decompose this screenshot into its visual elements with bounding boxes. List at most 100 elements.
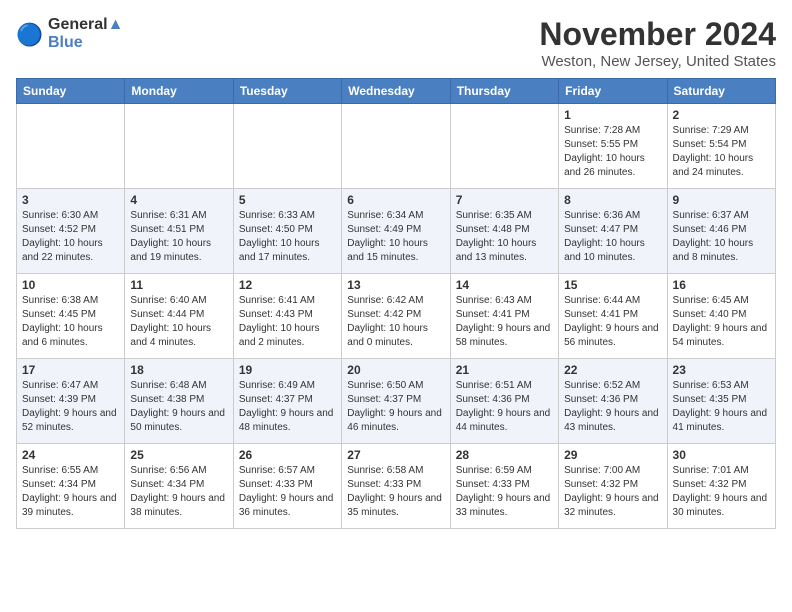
day-info: Sunrise: 6:38 AM Sunset: 4:45 PM Dayligh…	[22, 294, 119, 350]
calendar-cell: 6 Sunrise: 6:34 AM Sunset: 4:49 PM Daylig…	[342, 189, 450, 274]
day-info: Sunrise: 6:40 AM Sunset: 4:44 PM Dayligh…	[130, 294, 227, 350]
logo-text: General▲ Blue	[48, 16, 123, 52]
day-number: 5	[239, 193, 336, 207]
day-info: Sunrise: 6:59 AM Sunset: 4:33 PM Dayligh…	[456, 464, 553, 520]
day-number: 2	[673, 108, 770, 122]
day-info: Sunrise: 6:31 AM Sunset: 4:51 PM Dayligh…	[130, 209, 227, 265]
day-info: Sunrise: 6:53 AM Sunset: 4:35 PM Dayligh…	[673, 379, 770, 435]
calendar-cell: 8 Sunrise: 6:36 AM Sunset: 4:47 PM Daylig…	[559, 189, 667, 274]
calendar-cell	[17, 104, 125, 189]
day-info: Sunrise: 6:51 AM Sunset: 4:36 PM Dayligh…	[456, 379, 553, 435]
day-number: 14	[456, 278, 553, 292]
header: 🔵 General▲ Blue November 2024 Weston, Ne…	[16, 16, 776, 70]
day-info: Sunrise: 7:01 AM Sunset: 4:32 PM Dayligh…	[673, 464, 770, 520]
title-block: November 2024 Weston, New Jersey, United…	[539, 16, 776, 70]
day-info: Sunrise: 6:34 AM Sunset: 4:49 PM Dayligh…	[347, 209, 444, 265]
day-number: 28	[456, 448, 553, 462]
calendar-cell: 12Sunrise: 6:41 AM Sunset: 4:43 PM Dayli…	[233, 274, 341, 359]
logo-icon: 🔵	[16, 20, 44, 48]
day-number: 21	[456, 363, 553, 377]
day-info: Sunrise: 6:49 AM Sunset: 4:37 PM Dayligh…	[239, 379, 336, 435]
day-number: 11	[130, 278, 227, 292]
day-number: 25	[130, 448, 227, 462]
page-title: November 2024	[539, 16, 776, 53]
day-info: Sunrise: 6:36 AM Sunset: 4:47 PM Dayligh…	[564, 209, 661, 265]
day-number: 30	[673, 448, 770, 462]
day-info: Sunrise: 7:28 AM Sunset: 5:55 PM Dayligh…	[564, 124, 661, 180]
day-number: 27	[347, 448, 444, 462]
svg-text:🔵: 🔵	[16, 22, 43, 47]
calendar-cell: 21 Sunrise: 6:51 AM Sunset: 4:36 PM Dayli…	[450, 359, 558, 444]
calendar-cell: 9 Sunrise: 6:37 AM Sunset: 4:46 PM Daylig…	[667, 189, 775, 274]
day-info: Sunrise: 6:55 AM Sunset: 4:34 PM Dayligh…	[22, 464, 119, 520]
day-number: 16	[673, 278, 770, 292]
day-number: 9	[673, 193, 770, 207]
calendar-cell: 10 Sunrise: 6:38 AM Sunset: 4:45 PM Dayli…	[17, 274, 125, 359]
column-header-sunday: Sunday	[17, 79, 125, 104]
day-info: Sunrise: 6:33 AM Sunset: 4:50 PM Dayligh…	[239, 209, 336, 265]
day-info: Sunrise: 6:41 AM Sunset: 4:43 PM Dayligh…	[239, 294, 336, 350]
calendar-cell: 4 Sunrise: 6:31 AM Sunset: 4:51 PM Daylig…	[125, 189, 233, 274]
day-number: 15	[564, 278, 661, 292]
calendar-table: SundayMondayTuesdayWednesdayThursdayFrid…	[16, 78, 776, 529]
day-info: Sunrise: 7:29 AM Sunset: 5:54 PM Dayligh…	[673, 124, 770, 180]
day-number: 23	[673, 363, 770, 377]
day-number: 24	[22, 448, 119, 462]
day-info: Sunrise: 6:48 AM Sunset: 4:38 PM Dayligh…	[130, 379, 227, 435]
calendar-cell	[450, 104, 558, 189]
logo: 🔵 General▲ Blue	[16, 16, 123, 52]
calendar-cell: 18 Sunrise: 6:48 AM Sunset: 4:38 PM Dayli…	[125, 359, 233, 444]
day-number: 13	[347, 278, 444, 292]
calendar-cell: 24 Sunrise: 6:55 AM Sunset: 4:34 PM Dayli…	[17, 444, 125, 529]
calendar-cell: 23 Sunrise: 6:53 AM Sunset: 4:35 PM Dayli…	[667, 359, 775, 444]
day-info: Sunrise: 6:30 AM Sunset: 4:52 PM Dayligh…	[22, 209, 119, 265]
calendar-cell: 17Sunrise: 6:47 AM Sunset: 4:39 PM Dayli…	[17, 359, 125, 444]
day-number: 19	[239, 363, 336, 377]
column-header-tuesday: Tuesday	[233, 79, 341, 104]
calendar-cell	[125, 104, 233, 189]
day-number: 7	[456, 193, 553, 207]
calendar-cell: 27 Sunrise: 6:58 AM Sunset: 4:33 PM Dayli…	[342, 444, 450, 529]
column-header-thursday: Thursday	[450, 79, 558, 104]
day-info: Sunrise: 7:00 AM Sunset: 4:32 PM Dayligh…	[564, 464, 661, 520]
day-info: Sunrise: 6:42 AM Sunset: 4:42 PM Dayligh…	[347, 294, 444, 350]
calendar-cell: 5 Sunrise: 6:33 AM Sunset: 4:50 PM Daylig…	[233, 189, 341, 274]
day-number: 29	[564, 448, 661, 462]
day-info: Sunrise: 6:43 AM Sunset: 4:41 PM Dayligh…	[456, 294, 553, 350]
day-info: Sunrise: 6:52 AM Sunset: 4:36 PM Dayligh…	[564, 379, 661, 435]
day-info: Sunrise: 6:45 AM Sunset: 4:40 PM Dayligh…	[673, 294, 770, 350]
day-info: Sunrise: 6:58 AM Sunset: 4:33 PM Dayligh…	[347, 464, 444, 520]
day-number: 18	[130, 363, 227, 377]
calendar-cell	[342, 104, 450, 189]
calendar-cell: 13 Sunrise: 6:42 AM Sunset: 4:42 PM Dayli…	[342, 274, 450, 359]
column-header-friday: Friday	[559, 79, 667, 104]
day-number: 4	[130, 193, 227, 207]
calendar-cell: 15 Sunrise: 6:44 AM Sunset: 4:41 PM Dayli…	[559, 274, 667, 359]
day-number: 22	[564, 363, 661, 377]
column-header-saturday: Saturday	[667, 79, 775, 104]
calendar-cell: 16 Sunrise: 6:45 AM Sunset: 4:40 PM Dayli…	[667, 274, 775, 359]
calendar-cell: 22 Sunrise: 6:52 AM Sunset: 4:36 PM Dayli…	[559, 359, 667, 444]
day-number: 17	[22, 363, 119, 377]
calendar-cell: 30 Sunrise: 7:01 AM Sunset: 4:32 PM Dayli…	[667, 444, 775, 529]
calendar-cell: 28 Sunrise: 6:59 AM Sunset: 4:33 PM Dayli…	[450, 444, 558, 529]
day-number: 8	[564, 193, 661, 207]
calendar-cell: 2 Sunrise: 7:29 AM Sunset: 5:54 PM Daylig…	[667, 104, 775, 189]
calendar-cell	[233, 104, 341, 189]
day-info: Sunrise: 6:50 AM Sunset: 4:37 PM Dayligh…	[347, 379, 444, 435]
day-number: 6	[347, 193, 444, 207]
calendar-cell: 26 Sunrise: 6:57 AM Sunset: 4:33 PM Dayli…	[233, 444, 341, 529]
day-number: 26	[239, 448, 336, 462]
day-number: 3	[22, 193, 119, 207]
day-info: Sunrise: 6:44 AM Sunset: 4:41 PM Dayligh…	[564, 294, 661, 350]
calendar-cell: 25 Sunrise: 6:56 AM Sunset: 4:34 PM Dayli…	[125, 444, 233, 529]
calendar-cell: 20Sunrise: 6:50 AM Sunset: 4:37 PM Dayli…	[342, 359, 450, 444]
calendar-cell: 7Sunrise: 6:35 AM Sunset: 4:48 PM Daylig…	[450, 189, 558, 274]
column-header-monday: Monday	[125, 79, 233, 104]
calendar-cell: 14 Sunrise: 6:43 AM Sunset: 4:41 PM Dayli…	[450, 274, 558, 359]
day-info: Sunrise: 6:56 AM Sunset: 4:34 PM Dayligh…	[130, 464, 227, 520]
day-info: Sunrise: 6:37 AM Sunset: 4:46 PM Dayligh…	[673, 209, 770, 265]
day-number: 10	[22, 278, 119, 292]
calendar-cell: 11 Sunrise: 6:40 AM Sunset: 4:44 PM Dayli…	[125, 274, 233, 359]
day-info: Sunrise: 6:57 AM Sunset: 4:33 PM Dayligh…	[239, 464, 336, 520]
